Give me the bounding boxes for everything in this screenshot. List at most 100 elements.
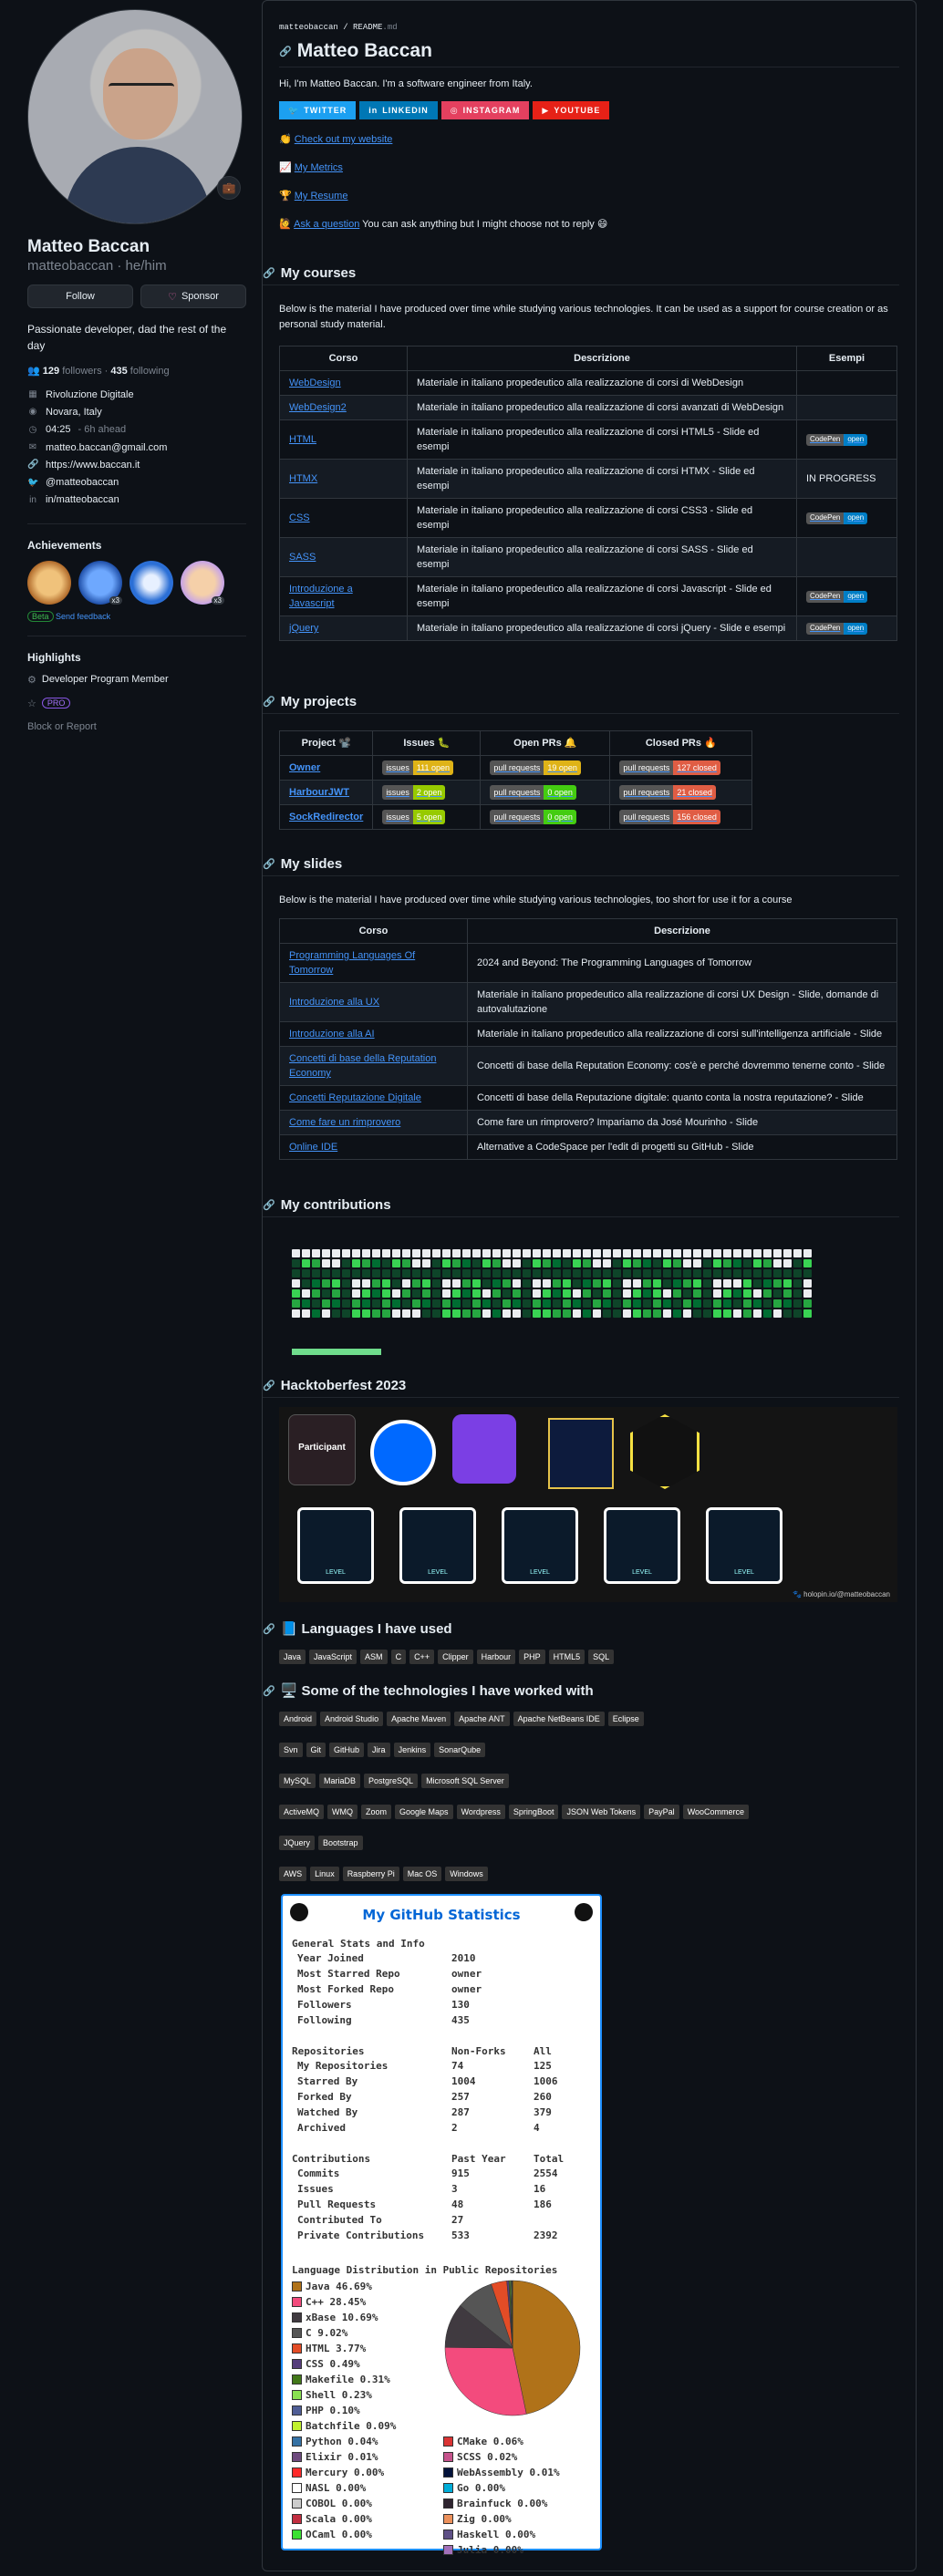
course-link[interactable]: CSS: [289, 512, 310, 523]
block-report-link[interactable]: Block or Report: [27, 719, 246, 735]
tech-badge[interactable]: Raspberry Pi: [342, 1867, 399, 1881]
tech-badge[interactable]: PostgreSQL: [364, 1774, 419, 1788]
twitter-badge[interactable]: 🐦 TWITTER: [279, 101, 357, 119]
slide-link[interactable]: Online IDE: [289, 1142, 337, 1153]
tech-badge[interactable]: Apache NetBeans IDE: [513, 1712, 605, 1726]
achievement-badge[interactable]: [27, 561, 71, 605]
metrics-link[interactable]: My Metrics: [295, 162, 343, 173]
detail-text[interactable]: https://www.baccan.it: [46, 460, 140, 471]
achievement-badge[interactable]: [130, 561, 173, 605]
resume-link[interactable]: My Resume: [295, 191, 348, 202]
project-issues-badge[interactable]: issues 111 open: [382, 760, 454, 775]
language-badge[interactable]: HTML5: [548, 1650, 585, 1664]
tech-badge[interactable]: Jira: [368, 1743, 390, 1757]
achievement-badge[interactable]: x3: [181, 561, 224, 605]
slide-link[interactable]: Concetti di base della Reputation Econom…: [289, 1053, 436, 1079]
slide-link[interactable]: Come fare un rimprovero: [289, 1117, 400, 1128]
slide-link[interactable]: Concetti Reputazione Digitale: [289, 1092, 421, 1103]
anchor-link-icon[interactable]: 🔗: [263, 1685, 275, 1697]
anchor-link-icon[interactable]: 🔗: [263, 696, 275, 708]
tech-badge[interactable]: WMQ: [327, 1805, 358, 1819]
following-link[interactable]: 435 following: [110, 366, 169, 377]
achievement-badge[interactable]: x3: [78, 561, 122, 605]
tech-badge[interactable]: Wordpress: [456, 1805, 505, 1819]
tech-badge[interactable]: JSON Web Tokens: [562, 1805, 641, 1819]
tech-badge[interactable]: Zoom: [361, 1805, 392, 1819]
tech-badge[interactable]: WooCommerce: [682, 1805, 750, 1819]
tech-badge[interactable]: MySQL: [279, 1774, 316, 1788]
tech-badge[interactable]: Android: [279, 1712, 317, 1726]
course-link[interactable]: jQuery: [289, 623, 318, 634]
language-badge[interactable]: Java: [279, 1650, 306, 1664]
codepen-badge[interactable]: CodePen open: [806, 512, 868, 524]
tech-badge[interactable]: MariaDB: [319, 1774, 361, 1788]
tech-badge[interactable]: ActiveMQ: [279, 1805, 325, 1819]
detail-text[interactable]: @matteobaccan: [46, 477, 119, 488]
language-badge[interactable]: Clipper: [438, 1650, 473, 1664]
detail-text[interactable]: matteo.baccan@gmail.com: [46, 442, 167, 453]
course-link[interactable]: Introduzione a Javascript: [289, 584, 353, 609]
language-badge[interactable]: C: [390, 1650, 407, 1664]
project-closed-badge[interactable]: pull requests 21 closed: [619, 785, 716, 800]
language-badge[interactable]: JavaScript: [309, 1650, 358, 1664]
course-link[interactable]: HTML: [289, 434, 316, 445]
slide-link[interactable]: Introduzione alla AI: [289, 1029, 375, 1040]
tech-badge[interactable]: Jenkins: [393, 1743, 431, 1757]
course-link[interactable]: WebDesign: [289, 378, 341, 388]
tech-badge[interactable]: Windows: [445, 1867, 488, 1881]
tech-badge[interactable]: Linux: [310, 1867, 339, 1881]
project-open-badge[interactable]: pull requests 19 open: [490, 760, 581, 775]
anchor-link-icon[interactable]: 🔗: [263, 858, 275, 870]
instagram-badge[interactable]: ◎ INSTAGRAM: [440, 101, 530, 119]
slide-link[interactable]: Introduzione alla UX: [289, 997, 379, 1008]
tech-badge[interactable]: PayPal: [644, 1805, 679, 1819]
tech-badge[interactable]: Apache Maven: [387, 1712, 451, 1726]
website-link[interactable]: Check out my website: [295, 134, 393, 145]
tech-badge[interactable]: Microsoft SQL Server: [421, 1774, 509, 1788]
detail-twitter[interactable]: 🐦 @matteobaccan: [27, 473, 246, 491]
holopin-credit[interactable]: 🐾 holopin.io/@matteobaccan: [793, 1590, 890, 1598]
anchor-link-icon[interactable]: 🔗: [263, 1199, 275, 1211]
codepen-badge[interactable]: CodePen open: [806, 433, 868, 446]
project-closed-badge[interactable]: pull requests 127 closed: [619, 760, 720, 775]
anchor-link-icon[interactable]: 🔗: [279, 46, 292, 57]
project-open-badge[interactable]: pull requests 0 open: [490, 785, 576, 800]
holopin-credit-text[interactable]: holopin.io/@matteobaccan: [803, 1590, 890, 1598]
language-badge[interactable]: ASM: [360, 1650, 388, 1664]
detail-email[interactable]: ✉ matteo.baccan@gmail.com: [27, 439, 246, 456]
project-link[interactable]: SockRedirector: [289, 812, 363, 822]
anchor-link-icon[interactable]: 🔗: [263, 267, 275, 279]
tech-badge[interactable]: Git: [306, 1743, 326, 1757]
path-user[interactable]: matteobaccan: [279, 23, 338, 32]
anchor-link-icon[interactable]: 🔗: [263, 1380, 275, 1391]
linkedin-badge[interactable]: in LINKEDIN: [359, 101, 438, 119]
youtube-badge[interactable]: ▶ YOUTUBE: [533, 101, 610, 119]
holopin-board[interactable]: Participant LEVEL LEVEL LEVEL LEVEL LEVEL 🐾 …: [279, 1407, 897, 1602]
tech-badge[interactable]: Mac OS: [402, 1867, 442, 1881]
project-open-badge[interactable]: pull requests 0 open: [490, 810, 576, 824]
slide-link[interactable]: Programming Languages Of Tomorrow: [289, 950, 415, 976]
tech-badge[interactable]: GitHub: [329, 1743, 365, 1757]
language-badge[interactable]: PHP: [519, 1650, 545, 1664]
language-badge[interactable]: Harbour: [476, 1650, 516, 1664]
tech-badge[interactable]: Android Studio: [320, 1712, 384, 1726]
tech-badge[interactable]: Svn: [279, 1743, 303, 1757]
tech-badge[interactable]: AWS: [279, 1867, 307, 1881]
project-link[interactable]: Owner: [289, 762, 320, 773]
followers-link[interactable]: 129 followers: [43, 366, 102, 377]
anchor-link-icon[interactable]: 🔗: [263, 1623, 275, 1635]
avatar[interactable]: [27, 9, 243, 224]
course-link[interactable]: WebDesign2: [289, 402, 347, 413]
status-emoji-icon[interactable]: 💼: [217, 176, 241, 200]
course-link[interactable]: HTMX: [289, 473, 317, 484]
sponsor-button[interactable]: ♡ Sponsor: [140, 284, 246, 308]
tech-badge[interactable]: Apache ANT: [454, 1712, 510, 1726]
send-feedback-link[interactable]: Send feedback: [56, 612, 110, 621]
ask-link[interactable]: Ask a question: [294, 219, 359, 230]
tech-badge[interactable]: Google Maps: [395, 1805, 453, 1819]
detail-linkedin[interactable]: in in/matteobaccan: [27, 491, 246, 509]
project-issues-badge[interactable]: issues 5 open: [382, 810, 446, 824]
language-badge[interactable]: C++: [409, 1650, 435, 1664]
tech-badge[interactable]: Bootstrap: [318, 1836, 363, 1850]
course-link[interactable]: SASS: [289, 552, 316, 563]
